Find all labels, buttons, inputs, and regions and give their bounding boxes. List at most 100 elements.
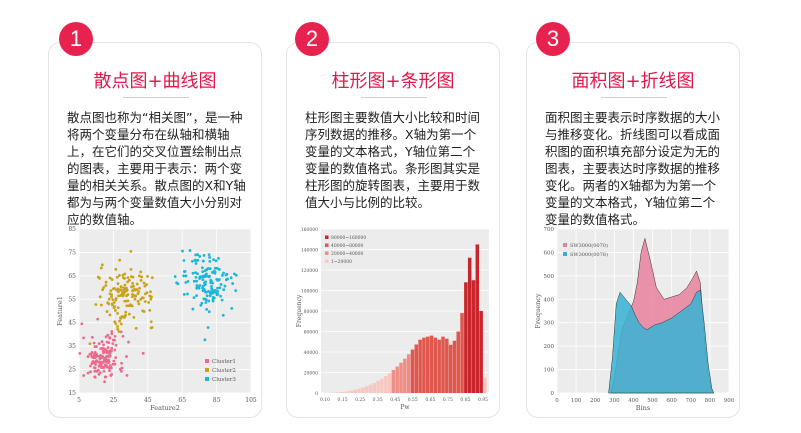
scatter-point [213, 270, 216, 273]
card-title: 散点图+曲线图 [93, 71, 217, 92]
scatter-point [204, 301, 208, 304]
scatter-point [136, 292, 140, 296]
legend-swatch [205, 377, 209, 381]
scatter-point [141, 309, 145, 313]
histogram-bar [395, 366, 399, 393]
scatter-point [88, 342, 92, 346]
scatter-point [124, 310, 128, 314]
scatter-point [125, 355, 128, 358]
scatter-point [82, 374, 86, 377]
scatter-point [137, 302, 141, 306]
y-tick-label: 20000 [304, 371, 318, 377]
x-tick-label: 0.75 [443, 397, 453, 403]
legend-swatch [325, 243, 329, 247]
scatter-point [201, 266, 204, 270]
scatter-point [110, 346, 114, 350]
scatter-point [127, 340, 130, 344]
scatter-point [208, 256, 212, 259]
scatter-point [129, 267, 133, 271]
histogram-bar [475, 244, 480, 393]
scatter-point [113, 309, 117, 312]
scatter-point [220, 298, 224, 302]
scatter-point [117, 330, 121, 334]
scatter-point [221, 313, 225, 317]
scatter-point [211, 281, 214, 285]
scatter-point [125, 304, 129, 308]
scatter-point [94, 303, 98, 306]
scatter-point [148, 308, 152, 312]
scatter-point [150, 326, 154, 329]
scatter-point [98, 357, 102, 361]
x-tick-label: 600 [666, 398, 677, 404]
scatter-point [135, 282, 139, 286]
scatter-point [143, 292, 147, 296]
scatter-point [130, 285, 134, 289]
scatter-point [105, 310, 109, 313]
scatter-point [201, 270, 205, 273]
scatter-point [123, 314, 127, 318]
scatter-point [196, 285, 200, 289]
scatter-point [140, 275, 144, 279]
y-tick-label: 85 [68, 226, 76, 233]
y-tick-label: 40000 [304, 350, 318, 356]
y-tick-label: 200 [544, 344, 555, 350]
scatter-point [89, 364, 92, 368]
scatter-point [203, 269, 207, 273]
scatter-point [206, 326, 210, 329]
y-tick-label: 80000 [304, 309, 318, 315]
scatter-point [118, 319, 121, 323]
x-axis-label: Pw [400, 404, 410, 411]
scatter-point [149, 297, 153, 301]
y-tick-label: 25 [68, 367, 76, 374]
histogram-bar [384, 376, 388, 393]
scatter-point [100, 340, 104, 344]
scatter-point [184, 281, 188, 284]
histogram-bar [406, 354, 411, 393]
x-tick-label: 0.15 [338, 397, 348, 403]
x-tick-label: 25 [110, 397, 118, 404]
scatter-point [111, 338, 115, 342]
scatter-point [102, 286, 106, 289]
scatter-point [132, 315, 136, 319]
scatter-point [191, 307, 195, 311]
scatter-point [110, 302, 114, 306]
x-tick-label: 0.55 [408, 397, 418, 403]
scatter-point [99, 353, 102, 357]
scatter-point [125, 294, 128, 298]
x-tick-label: 800 [705, 398, 716, 404]
y-tick-label: 700 [544, 227, 555, 233]
scatter-point [182, 270, 186, 273]
legend-label: 80000~160000 [331, 235, 366, 241]
scatter-point [103, 380, 106, 384]
histogram-bar [368, 384, 373, 393]
scatter-point [147, 301, 151, 304]
x-tick-label: 200 [590, 398, 601, 404]
scatter-point [142, 281, 146, 285]
scatter-point [117, 294, 121, 298]
scatter-point [133, 297, 137, 301]
scatter-point [114, 322, 118, 326]
area-card: 面积图+折线图 面积图主要表示时序数据的大小与推移变化。折线图可以看成面积图的面… [526, 42, 740, 418]
scatter-point [107, 351, 111, 355]
scatter-point [105, 349, 109, 353]
y-tick-label: 600 [544, 250, 555, 256]
scatter-point [93, 369, 97, 373]
y-tick-label: 35 [68, 343, 76, 350]
scatter-point [229, 276, 233, 280]
scatter-point [110, 295, 113, 299]
scatter-point [113, 348, 117, 352]
histogram-bar [433, 337, 438, 393]
scatter-point [102, 343, 105, 347]
scatter-point [219, 283, 223, 286]
scatter-point [82, 336, 86, 340]
y-tick-label: 65 [68, 273, 76, 280]
scatter-point [110, 278, 114, 281]
scatter-point [93, 360, 97, 364]
x-tick-label: 700 [686, 398, 697, 404]
legend-label: Cluster2 [212, 368, 236, 374]
scatter-point [119, 285, 123, 289]
histogram-bar [391, 370, 396, 393]
scatter-point [93, 345, 97, 349]
y-axis-label: Feature1 [57, 296, 64, 326]
scatter-point [143, 284, 147, 288]
